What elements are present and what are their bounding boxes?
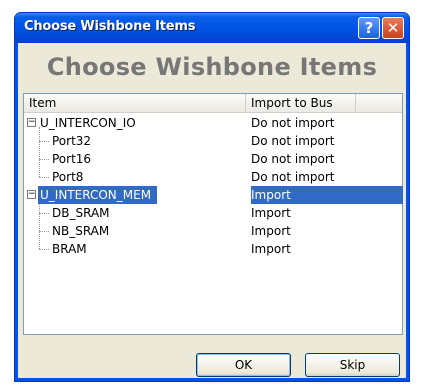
items-list[interactable]: Item Import to Bus − U_INTERCON_IO Do no…	[23, 93, 403, 335]
item-name: Port32	[52, 134, 92, 148]
collapse-icon[interactable]: −	[27, 118, 36, 127]
list-item[interactable]: DB_SRAM Import	[24, 204, 402, 222]
list-item[interactable]: NB_SRAM Import	[24, 222, 402, 240]
column-header-item[interactable]: Item	[24, 94, 246, 112]
item-name: U_INTERCON_MEM	[38, 186, 158, 204]
import-value: Import	[251, 224, 291, 238]
list-rows: − U_INTERCON_IO Do not import Port32 Do …	[24, 114, 403, 258]
ok-button-label: OK	[234, 358, 253, 372]
item-name: BRAM	[52, 242, 87, 256]
item-name: Port8	[52, 170, 84, 184]
list-item-selected[interactable]: − U_INTERCON_MEM Import	[24, 186, 403, 204]
list-item[interactable]: Port16 Do not import	[24, 150, 402, 168]
banner-title: Choose Wishbone Items	[46, 53, 378, 81]
list-item[interactable]: BRAM Import	[24, 240, 402, 258]
close-icon: ✕	[386, 19, 400, 37]
item-name: U_INTERCON_IO	[40, 116, 136, 130]
import-value: Do not import	[251, 134, 335, 148]
skip-button[interactable]: Skip	[305, 353, 400, 377]
item-name: DB_SRAM	[52, 206, 110, 220]
skip-button-label: Skip	[339, 358, 366, 372]
title-bar[interactable]: Choose Wishbone Items ? ✕	[15, 13, 409, 43]
banner: Choose Wishbone Items	[15, 43, 409, 91]
close-button[interactable]: ✕	[382, 17, 404, 39]
import-value: Import	[251, 242, 291, 256]
window-title: Choose Wishbone Items	[24, 19, 196, 34]
import-value: Do not import	[251, 116, 335, 130]
list-item[interactable]: − U_INTERCON_IO Do not import	[24, 114, 402, 132]
import-value: Do not import	[251, 170, 335, 184]
import-value: Do not import	[251, 152, 335, 166]
item-name: Port16	[52, 152, 92, 166]
item-name: NB_SRAM	[52, 224, 110, 238]
list-item[interactable]: Port8 Do not import	[24, 168, 402, 186]
import-value: Import	[251, 186, 403, 204]
list-item[interactable]: Port32 Do not import	[24, 132, 402, 150]
help-icon: ?	[364, 19, 374, 37]
help-button[interactable]: ?	[358, 17, 380, 39]
column-header-import[interactable]: Import to Bus	[246, 94, 356, 112]
ok-button[interactable]: OK	[196, 353, 291, 377]
import-value: Import	[251, 206, 291, 220]
dialog-window: Choose Wishbone Items ? ✕ Choose Wishbon…	[14, 12, 410, 382]
collapse-icon[interactable]: −	[27, 190, 36, 199]
list-header: Item Import to Bus	[24, 94, 402, 113]
